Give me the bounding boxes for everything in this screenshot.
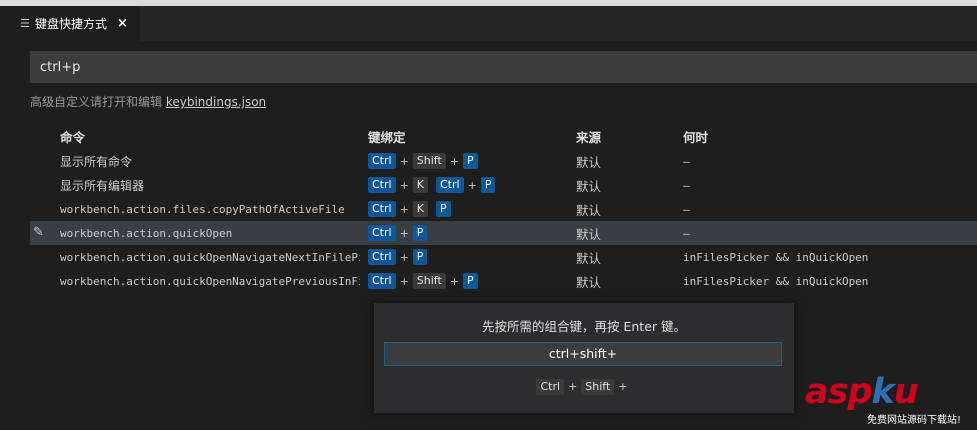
- key-chip: P: [412, 249, 428, 265]
- key-chip: Ctrl: [368, 225, 396, 241]
- tab-keyboard-shortcuts[interactable]: ☰ 键盘快捷方式 ×: [0, 6, 140, 41]
- column-header-when: 何时: [683, 130, 709, 145]
- key-separator: +: [399, 202, 409, 216]
- source-cell: 默认: [576, 250, 602, 266]
- command-cell: 显示所有命令: [60, 154, 133, 169]
- column-header-keybinding: 键绑定: [368, 130, 406, 145]
- key-chip: P: [463, 153, 478, 169]
- key-chip: P: [436, 201, 451, 217]
- table-row[interactable]: 显示所有命令 Ctrl + Shift + P 默认 —: [30, 149, 977, 173]
- column-header-command: 命令: [60, 130, 86, 145]
- advanced-hint: 高级自定义请打开和编辑 keybindings.json: [30, 93, 266, 110]
- define-keybinding-widget: 先按所需的组合键，再按 Enter 键。 ctrl+shift+ Ctrl + Sh…: [374, 303, 794, 413]
- table-row[interactable]: workbench.action.quickOpenNavigateNextIn…: [30, 245, 977, 269]
- keybinding-capture-input[interactable]: ctrl+shift+: [384, 342, 782, 366]
- watermark-subtitle: 免费网站源码下载站!: [867, 415, 962, 426]
- when-cell: inFilesPicker && inQuickOpen: [683, 250, 869, 264]
- captured-trailing: +: [618, 380, 628, 393]
- key-separator: +: [399, 250, 409, 264]
- when-cell: —: [683, 226, 690, 240]
- keybinding-cell: Ctrl + P: [368, 221, 568, 245]
- key-separator: +: [399, 154, 409, 168]
- key-chip: Ctrl: [436, 177, 464, 193]
- command-cell: 显示所有编辑器: [60, 178, 145, 193]
- keybinding-cell: Ctrl + P: [368, 245, 568, 269]
- tab-title: 键盘快捷方式: [35, 17, 108, 31]
- keybinding-cell: Ctrl + K P: [368, 197, 568, 221]
- source-cell: 默认: [576, 202, 602, 218]
- key-separator: +: [449, 274, 460, 288]
- key-chip: Shift: [412, 273, 446, 289]
- edit-icon[interactable]: ✎: [33, 225, 49, 241]
- captured-keys: Ctrl + Shift +: [374, 379, 794, 395]
- when-cell: —: [683, 202, 690, 216]
- key-separator: +: [399, 226, 409, 240]
- key-chip: Ctrl: [368, 153, 396, 169]
- source-cell: 默认: [576, 226, 602, 242]
- captured-key: Ctrl: [536, 379, 565, 395]
- key-chip: Ctrl: [368, 177, 396, 193]
- hint-text: 高级自定义请打开和编辑: [30, 95, 166, 109]
- column-header-source: 来源: [576, 130, 602, 145]
- table-row[interactable]: 显示所有编辑器 Ctrl + K Ctrl + P 默认 —: [30, 173, 977, 197]
- source-cell: 默认: [576, 154, 602, 170]
- key-separator: +: [399, 274, 409, 288]
- table-row[interactable]: workbench.action.files.copyPathOfActiveF…: [30, 197, 977, 221]
- keybindings-json-link[interactable]: keybindings.json: [166, 95, 266, 109]
- keybinding-cell: Ctrl + Shift + P: [368, 149, 568, 173]
- widget-message: 先按所需的组合键，再按 Enter 键。: [482, 319, 686, 334]
- keybinding-cell: Ctrl + K Ctrl + P: [368, 173, 568, 197]
- when-cell: —: [683, 178, 690, 192]
- command-cell: workbench.action.quickOpenNavigatePrevio…: [60, 274, 360, 288]
- table-row[interactable]: ✎ workbench.action.quickOpen Ctrl + P 默认 —: [30, 221, 977, 245]
- key-chip: Ctrl: [368, 273, 396, 289]
- when-cell: inFilesPicker && inQuickOpen: [683, 274, 869, 288]
- keybinding-search-input[interactable]: ctrl+p: [30, 51, 977, 83]
- list-icon: ☰: [20, 17, 30, 30]
- when-cell: —: [683, 154, 690, 168]
- tab-bar: ☰ 键盘快捷方式 ×: [0, 6, 977, 41]
- key-chip: P: [412, 225, 428, 241]
- command-cell: workbench.action.quickOpen: [60, 226, 233, 240]
- source-cell: 默认: [576, 274, 602, 290]
- key-chip: P: [463, 273, 478, 289]
- key-chip: Ctrl: [368, 201, 396, 217]
- watermark-title: aspku: [805, 372, 919, 412]
- source-cell: 默认: [576, 178, 602, 194]
- key-separator: +: [467, 178, 477, 192]
- key-chip: K: [412, 201, 429, 217]
- command-cell: workbench.action.files.copyPathOfActiveF…: [60, 202, 345, 216]
- captured-key: Shift: [581, 379, 615, 395]
- watermark-logo: aspku 免费网站源码下载站!: [805, 372, 977, 430]
- keybinding-cell: Ctrl + Shift + P: [368, 269, 568, 293]
- key-chip: Ctrl: [368, 249, 396, 265]
- command-cell: workbench.action.quickOpenNavigateNextIn…: [60, 250, 360, 264]
- close-icon[interactable]: ×: [117, 16, 128, 31]
- table-row[interactable]: workbench.action.quickOpenNavigatePrevio…: [30, 269, 977, 293]
- key-separator: +: [399, 178, 409, 192]
- key-chip: P: [480, 177, 496, 193]
- key-chip: Shift: [412, 153, 446, 169]
- key-separator: +: [449, 154, 460, 168]
- key-chip: K: [412, 177, 429, 193]
